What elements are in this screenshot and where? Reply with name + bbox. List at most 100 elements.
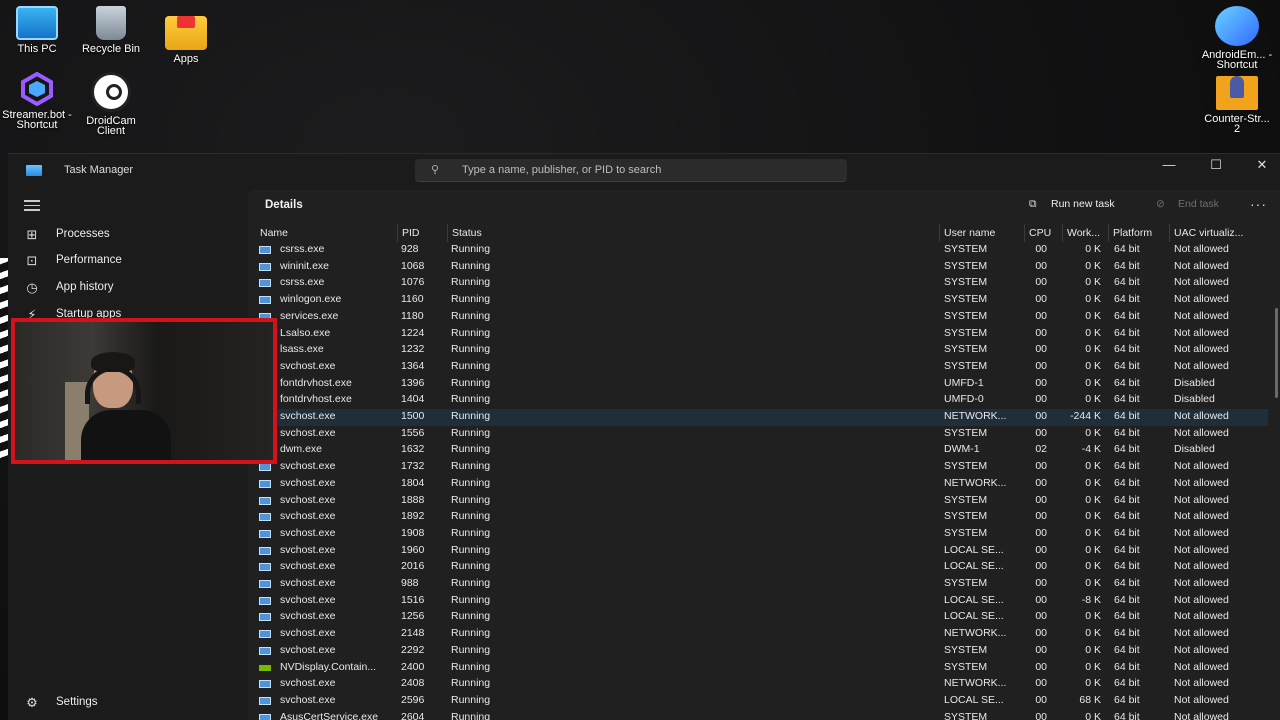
pid-cell: 1960 (401, 543, 425, 556)
more-options-button[interactable]: ··· (1250, 196, 1267, 212)
cpu-cell: 00 (1035, 660, 1047, 673)
desktop-icon-recycle-bin[interactable]: Recycle Bin (74, 6, 148, 55)
maximize-button[interactable]: ☐ (1193, 156, 1239, 178)
pid-cell: 2604 (401, 710, 425, 720)
desktop-icon-streamerbot[interactable]: Streamer.bot - Shortcut (0, 71, 74, 131)
column-header-pid[interactable]: PID (398, 224, 448, 242)
column-header-platform[interactable]: Platform (1109, 224, 1170, 242)
end-task-button[interactable]: ⊘ End task (1156, 198, 1219, 216)
process-icon (259, 463, 271, 472)
desktop-icon-label: Streamer.bot - Shortcut (2, 109, 72, 131)
uac-cell: Not allowed (1174, 543, 1229, 556)
column-header-working-set[interactable]: Work... (1063, 224, 1109, 242)
column-header-name[interactable]: Name (256, 224, 398, 242)
status-cell: Running (451, 677, 491, 690)
sidebar-item-processes[interactable]: ⊞ Processes (8, 222, 248, 248)
process-icon (259, 513, 271, 522)
table-row[interactable]: lsass.exe 1232 Running SYSTEM 00 0 K 64 bit Not… (248, 342, 1268, 359)
vertical-scrollbar[interactable] (1275, 308, 1278, 398)
desktop-icon-apps[interactable]: Apps (149, 6, 223, 65)
table-row[interactable]: wininit.exe 1068 Running SYSTEM 00 0 K 64 bit N… (248, 259, 1268, 276)
process-icon (259, 479, 271, 488)
table-row[interactable]: svchost.exe 2148 Running NETWORK... 00 0 K 64 … (248, 626, 1268, 643)
table-row[interactable]: svchost.exe 1732 Running SYSTEM 00 0 K 64 bit N… (248, 459, 1268, 476)
cpu-cell: 00 (1035, 460, 1047, 473)
uac-cell: Disabled (1174, 443, 1215, 456)
cpu-cell: 00 (1035, 526, 1047, 539)
table-row[interactable]: svchost.exe 1556 Running SYSTEM 00 0 K 64 bit N… (248, 426, 1268, 443)
sidebar-item-app-history[interactable]: ◷ App history (8, 275, 248, 301)
table-row[interactable]: svchost.exe 1892 Running SYSTEM 00 0 K 64 bit N… (248, 509, 1268, 526)
pid-cell: 1908 (401, 526, 425, 539)
user-name-cell: LOCAL SE... (944, 560, 1004, 573)
table-row[interactable]: fontdrvhost.exe 1396 Running UMFD-1 00 0 K 64 … (248, 376, 1268, 393)
working-set-cell: -8 K (1081, 593, 1101, 606)
status-cell: Running (451, 643, 491, 656)
table-row[interactable]: svchost.exe 1256 Running LOCAL SE... 00 0 K 64… (248, 609, 1268, 626)
sidebar-item-performance[interactable]: ⊡ Performance (8, 248, 248, 274)
desktop-icon-this-pc[interactable]: This PC (0, 6, 74, 55)
process-icon (259, 546, 271, 555)
uac-cell: Not allowed (1174, 643, 1229, 656)
table-row[interactable]: svchost.exe 2596 Running LOCAL SE... 00 68 K 6… (248, 693, 1268, 710)
platform-cell: 64 bit (1114, 677, 1140, 690)
process-name: winlogon.exe (280, 293, 342, 306)
pid-cell: 1556 (401, 426, 425, 439)
desktop-icon-droidcam[interactable]: DroidCam Client (74, 72, 148, 137)
table-row[interactable]: svchost.exe 1500 Running NETWORK... 00 -244 K… (248, 409, 1268, 426)
hamburger-menu-icon[interactable] (24, 200, 40, 212)
table-row[interactable]: services.exe 1180 Running SYSTEM 00 0 K 64 bit… (248, 309, 1268, 326)
uac-cell: Not allowed (1174, 593, 1229, 606)
table-row[interactable]: svchost.exe 2016 Running LOCAL SE... 00 0 K 64… (248, 559, 1268, 576)
table-row[interactable]: winlogon.exe 1160 Running SYSTEM 00 0 K 64 bit… (248, 292, 1268, 309)
pid-cell: 1364 (401, 359, 425, 372)
user-name-cell: LOCAL SE... (944, 543, 1004, 556)
platform-cell: 64 bit (1114, 410, 1140, 422)
table-row[interactable]: csrss.exe 928 Running SYSTEM 00 0 K 64 bit Not … (248, 242, 1268, 259)
table-row[interactable]: AsusCertService.exe 2604 Running SYSTEM 00 0 … (248, 710, 1268, 720)
table-row[interactable]: svchost.exe 1908 Running SYSTEM 00 0 K 64 bit N… (248, 526, 1268, 543)
uac-cell: Not allowed (1174, 627, 1229, 640)
pid-cell: 1732 (401, 460, 425, 473)
desktop-icon-counter-strike[interactable]: Counter-Str... 2 (1200, 70, 1274, 135)
table-row[interactable]: svchost.exe 1960 Running LOCAL SE... 00 0 K 64… (248, 543, 1268, 560)
column-header-cpu[interactable]: CPU (1025, 224, 1063, 242)
table-row[interactable]: svchost.exe 2292 Running SYSTEM 00 0 K 64 bit N… (248, 643, 1268, 660)
working-set-cell: 0 K (1085, 476, 1101, 489)
table-row[interactable]: svchost.exe 988 Running SYSTEM 00 0 K 64 bit No… (248, 576, 1268, 593)
column-header-status[interactable]: Status (448, 224, 940, 242)
table-row[interactable]: NVDisplay.Contain... 2400 Running SYSTEM 00 0… (248, 660, 1268, 677)
table-row[interactable]: dwm.exe 1632 Running DWM-1 02 -4 K 64 bit Disab… (248, 442, 1268, 459)
table-row[interactable]: svchost.exe 1888 Running SYSTEM 00 0 K 64 bit N… (248, 493, 1268, 510)
user-name-cell: SYSTEM (944, 343, 988, 356)
run-new-task-button[interactable]: ⧉ Run new task (1029, 198, 1115, 216)
search-box[interactable]: ⚲ Type a name, publisher, or PID to sear… (415, 159, 847, 182)
table-row[interactable]: svchost.exe 1804 Running NETWORK... 00 0 K 64 … (248, 476, 1268, 493)
cpu-cell: 00 (1035, 259, 1047, 272)
table-row[interactable]: Lsalso.exe 1224 Running SYSTEM 00 0 K 64 bit No… (248, 326, 1268, 343)
status-cell: Running (451, 577, 491, 589)
table-row[interactable]: svchost.exe 2408 Running NETWORK... 00 0 K 64 … (248, 676, 1268, 693)
table-row[interactable]: svchost.exe 1364 Running SYSTEM 00 0 K 64 bit N… (248, 359, 1268, 376)
close-button[interactable]: ✕ (1239, 156, 1280, 178)
uac-cell: Not allowed (1174, 710, 1229, 720)
table-row[interactable]: svchost.exe 1516 Running LOCAL SE... 00 -8 K 6… (248, 593, 1268, 610)
status-cell: Running (451, 710, 491, 720)
task-manager-logo-icon (26, 165, 42, 176)
user-name-cell: SYSTEM (944, 526, 988, 539)
column-header-user-name[interactable]: User name (940, 224, 1025, 242)
sidebar-item-settings[interactable]: ⚙ Settings (8, 690, 248, 716)
search-input[interactable]: Type a name, publisher, or PID to search (462, 164, 661, 176)
platform-cell: 64 bit (1114, 577, 1140, 589)
uac-cell: Not allowed (1174, 460, 1229, 473)
platform-cell: 64 bit (1114, 460, 1140, 473)
table-row[interactable]: fontdrvhost.exe 1404 Running UMFD-0 00 0 K 64 … (248, 392, 1268, 409)
table-row[interactable]: csrss.exe 1076 Running SYSTEM 00 0 K 64 bit Not… (248, 275, 1268, 292)
desktop-icon-android-emulator[interactable]: AndroidEm... - Shortcut (1200, 6, 1274, 71)
process-icon (259, 279, 271, 288)
column-header-uac[interactable]: UAC virtualiz... (1170, 224, 1268, 242)
minimize-button[interactable]: — (1146, 156, 1192, 178)
platform-cell: 64 bit (1114, 293, 1140, 306)
platform-cell: 64 bit (1114, 343, 1140, 356)
process-icon (259, 296, 271, 305)
